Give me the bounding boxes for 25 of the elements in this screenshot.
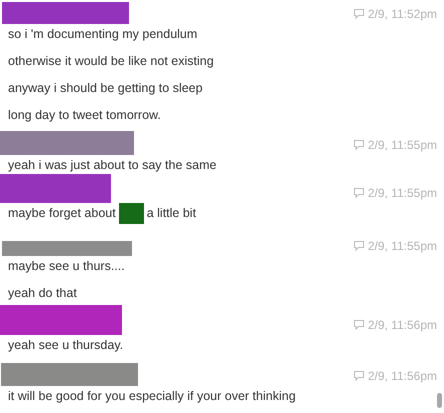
message-text: it will be good for you especially if your over thinking — [8, 389, 296, 403]
message-text: maybe forget about — [8, 206, 116, 220]
message-text: maybe see u thurs.... — [8, 259, 125, 273]
comment-icon — [354, 9, 364, 19]
message-text: a little bit — [146, 206, 196, 220]
comment-icon — [354, 140, 364, 150]
timestamp: 2/9, 11:55pm — [354, 138, 437, 152]
message-text: so i 'm documenting my pendulum — [8, 27, 198, 41]
timestamp: 2/9, 11:56pm — [354, 369, 437, 383]
redacted-word — [118, 202, 144, 224]
timestamp: 2/9, 11:55pm — [354, 239, 437, 253]
message-text: yeah see u thursday. — [8, 338, 124, 352]
scrollbar-thumb[interactable] — [437, 393, 442, 408]
comment-icon — [354, 371, 364, 381]
comment-icon — [354, 320, 364, 330]
comment-icon — [354, 188, 364, 198]
timestamp: 2/9, 11:55pm — [354, 186, 437, 200]
message-text: yeah do that — [8, 286, 77, 300]
message-text: otherwise it would be like not existing — [8, 54, 214, 68]
timestamp: 2/9, 11:56pm — [354, 318, 437, 332]
message-text: anyway i should be getting to sleep — [8, 81, 203, 95]
message-text: yeah i was just about to say the same — [8, 158, 216, 172]
comment-icon — [354, 241, 364, 251]
timestamp: 2/9, 11:52pm — [354, 7, 437, 21]
message-text: long day to tweet tomorrow. — [8, 108, 161, 122]
